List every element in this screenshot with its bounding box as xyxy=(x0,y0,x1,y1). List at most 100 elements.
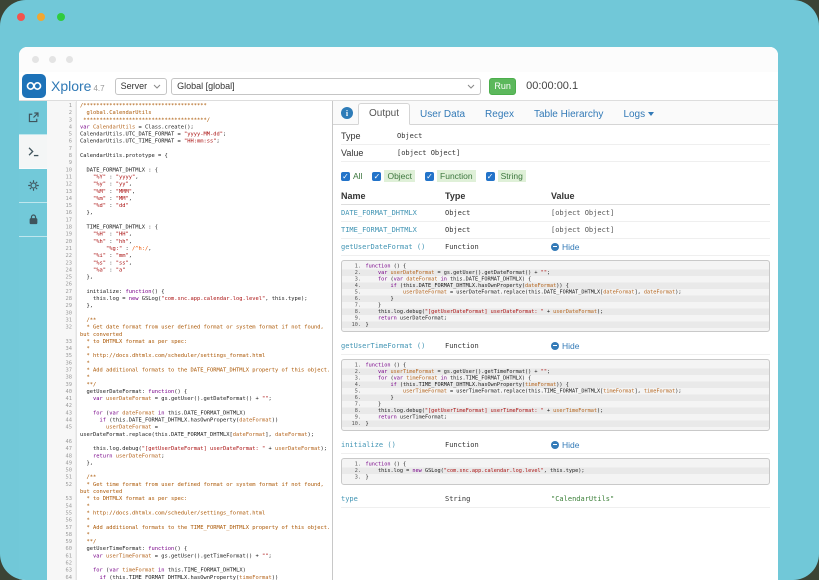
minus-circle-icon xyxy=(551,441,559,449)
editor-line: 61 var userTimeFormat = gs.getUser().get… xyxy=(47,552,332,559)
editor-line-number: 64 xyxy=(47,574,77,580)
chevron-down-icon xyxy=(153,84,161,89)
editor-line: 38 * xyxy=(47,374,332,381)
result-name-link[interactable]: DATE_FORMAT_DHTMLX xyxy=(341,209,417,217)
output-content: Type Object Value [object Object] ✓All✓O… xyxy=(333,125,778,508)
terminal-icon xyxy=(27,145,40,158)
editor-line-code: if (this.DATE_FORMAT_DHTMLX.hasOwnProper… xyxy=(77,417,333,424)
editor-line-number: 8 xyxy=(47,152,77,159)
editor-line-code: "%i" : "mm", xyxy=(77,252,333,259)
cell-name: DATE_FORMAT_DHTMLX xyxy=(341,209,445,217)
editor-line-code: for (var dateFormat in this.DATE_FORMAT_… xyxy=(77,409,333,416)
minimize-window-button[interactable] xyxy=(37,13,45,21)
scope-select[interactable]: Global [global] xyxy=(171,78,481,95)
result-name-link[interactable]: type xyxy=(341,495,358,503)
editor-line-code: getUserDateFormat: function() { xyxy=(77,388,333,395)
result-name-link[interactable]: initialize () xyxy=(341,441,396,449)
sidebar-button-settings[interactable] xyxy=(19,169,47,203)
close-window-button[interactable] xyxy=(17,13,25,21)
editor-line-number: 25 xyxy=(47,274,77,281)
window-controls xyxy=(17,13,65,21)
filter-checkbox-string[interactable]: ✓ xyxy=(486,172,495,181)
tab-logs[interactable]: Logs xyxy=(613,105,664,125)
code-line-number: 10. xyxy=(342,322,366,329)
tab-table-hierarchy[interactable]: Table Hierarchy xyxy=(524,105,613,125)
editor-line: 57 * Add additional formats to the TIME_… xyxy=(47,524,332,531)
tab-output[interactable]: Output xyxy=(358,103,410,125)
code-line-text: userDateFormat = userDateFormat.replace(… xyxy=(366,289,682,296)
editor-line-number: 47 xyxy=(47,445,77,452)
editor-line-number: 35 xyxy=(47,352,77,359)
code-editor[interactable]: 1/**************************************… xyxy=(47,101,333,580)
editor-line: 51 /** xyxy=(47,474,332,481)
editor-line: 50 xyxy=(47,467,332,474)
code-line-text: return userTimeFormat; xyxy=(366,414,447,421)
cell-name: getUserDateFormat () xyxy=(341,243,445,251)
tab-user-data[interactable]: User Data xyxy=(410,105,475,125)
editor-line-code: /** xyxy=(77,474,333,481)
editor-line-number: 45 xyxy=(47,424,77,438)
result-name-link[interactable]: getUserDateFormat () xyxy=(341,243,425,251)
chevron-down-icon xyxy=(467,84,475,89)
run-button[interactable]: Run xyxy=(489,78,516,95)
editor-line-number: 39 xyxy=(47,381,77,388)
editor-line-code: userDateFormat = userDateFormat.replace(… xyxy=(77,424,333,438)
editor-line-code: DATE_FORMAT_DHTMLX : { xyxy=(77,166,333,173)
editor-line-number: 36 xyxy=(47,359,77,366)
cell-value: Hide xyxy=(551,341,770,352)
gear-icon xyxy=(27,179,40,192)
editor-line-code: }, xyxy=(77,302,333,309)
result-name-link[interactable]: TIME_FORMAT_DHTMLX xyxy=(341,226,417,234)
hide-link[interactable]: Hide xyxy=(551,242,579,252)
code-line-text: userTimeFormat = userTimeFormat.replace(… xyxy=(366,388,682,395)
editor-line-number: 37 xyxy=(47,366,77,373)
sidebar-button-open-window[interactable] xyxy=(19,101,47,135)
editor-line-code: }, xyxy=(77,459,333,466)
editor-line: 27 initialize: function() { xyxy=(47,288,332,295)
hide-link-label: Hide xyxy=(562,242,579,252)
editor-line-number: 17 xyxy=(47,216,77,223)
editor-line: 33 * to DHTMLX format as per spec: xyxy=(47,338,332,345)
type-label: Type xyxy=(341,131,397,141)
cell-value: "CalendarUtils" xyxy=(551,495,770,503)
function-code-lines: 1.function () {2. var userDateFormat = g… xyxy=(342,261,769,330)
zoom-window-button[interactable] xyxy=(57,13,65,21)
sidebar-button-security[interactable] xyxy=(19,203,47,237)
result-name-link[interactable]: getUserTimeFormat () xyxy=(341,342,425,350)
editor-line-code: * Add additional formats to the DATE_FOR… xyxy=(77,366,333,373)
info-icon[interactable]: i xyxy=(341,107,353,119)
editor-line-code: * to DHTMLX format as per spec: xyxy=(77,338,333,345)
filter-checkbox-object[interactable]: ✓ xyxy=(372,172,381,181)
editor-line-number: 14 xyxy=(47,195,77,202)
editor-line-number: 54 xyxy=(47,502,77,509)
editor-line: 64 if (this.TIME_FORMAT_DHTMLX.hasOwnPro… xyxy=(47,574,332,580)
editor-line-code: **************************************/ xyxy=(77,116,333,123)
sidebar-button-console[interactable] xyxy=(19,135,47,169)
function-code-preview: 1.function () {2. var userDateFormat = g… xyxy=(341,260,770,332)
editor-line: 21 "%g:" : /^h:/, xyxy=(47,245,332,252)
editor-line-number: 44 xyxy=(47,417,77,424)
hide-link[interactable]: Hide xyxy=(551,341,579,351)
hide-link[interactable]: Hide xyxy=(551,440,579,450)
editor-line-number: 27 xyxy=(47,288,77,295)
editor-line-number: 48 xyxy=(47,452,77,459)
editor-line-code: initialize: function() { xyxy=(77,288,333,295)
editor-line-code: TIME_FORMAT_DHTMLX : { xyxy=(77,224,333,231)
filter-label: All xyxy=(353,171,362,181)
value-text: [object Object] xyxy=(551,209,614,217)
table-row: TIME_FORMAT_DHTMLXObject[object Object] xyxy=(341,222,770,239)
editor-line-code xyxy=(77,560,333,567)
function-code-lines: 1.function () {2. this.log = new GSLog("… xyxy=(342,459,769,483)
tab-regex[interactable]: Regex xyxy=(475,105,524,125)
filter-checkbox-function[interactable]: ✓ xyxy=(425,172,434,181)
editor-line-number: 2 xyxy=(47,109,77,116)
value-label: Value xyxy=(341,148,397,158)
editor-line-code: * Add additional formats to the TIME_FOR… xyxy=(77,524,333,531)
editor-line-number: 20 xyxy=(47,238,77,245)
server-select[interactable]: Server xyxy=(115,78,168,95)
editor-line-number: 57 xyxy=(47,524,77,531)
table-row: getUserTimeFormat ()FunctionHide xyxy=(341,338,770,355)
editor-line-code: * http://docs.dhtmlx.com/scheduler/setti… xyxy=(77,509,333,516)
editor-line-number: 56 xyxy=(47,517,77,524)
filter-checkbox-all[interactable]: ✓ xyxy=(341,172,350,181)
